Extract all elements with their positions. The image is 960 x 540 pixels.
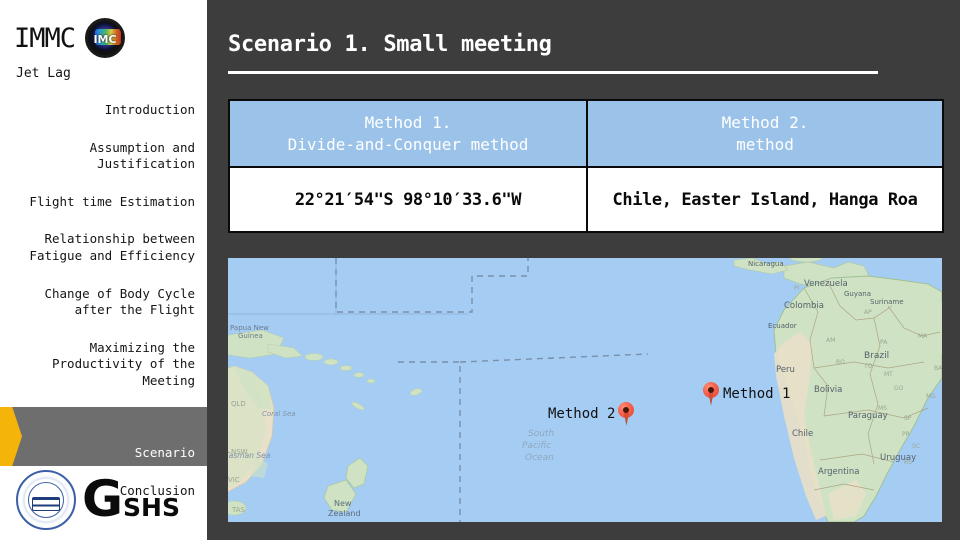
gshs-wordmark: G SHS [82,470,180,528]
map-label-paraguay: Paraguay [848,411,888,421]
map-label-venezuela: Venezuela [804,279,848,289]
map-marker-method-1[interactable]: Method 1 [703,382,790,406]
map-label-to: TO [863,363,873,370]
map-label-chile: Chile [792,429,813,439]
table-cell-method-2-value: Chile, Easter Island, Hanga Roa [586,166,944,233]
sidebar-nav: Introduction Assumption and Justificatio… [0,98,207,517]
sidebar-subtitle: Jet Lag [16,66,71,81]
sidebar-item-label: Scenario [134,444,195,460]
map-marker-method-2[interactable]: Method 2 [548,402,635,426]
map-graphic: Papua New Guinea Coral Sea QLD NSW VIC T… [228,258,942,522]
gshs-school-emblem-icon [16,470,76,530]
map-label-ma: MA [918,333,928,340]
sidebar-item-assumption-and-justification[interactable]: Assumption and Justification [0,136,207,177]
sidebar-item-maximizing-productivity[interactable]: Maximizing the Productivity of the Meeti… [0,336,207,394]
map-marker-label: Method 1 [723,386,791,402]
sidebar-item-relationship-fatigue-efficiency[interactable]: Relationship between Fatigue and Efficie… [0,227,207,268]
map-label-tasman-sea-2: Tasman Sea [228,451,271,460]
map-label-vic: VIC [228,476,240,484]
immc-badge-icon [85,18,126,58]
brand-title: IMMC [14,22,76,54]
gshs-shs-letters: SHS [123,493,180,522]
map-label-coral-sea: Coral Sea [262,410,296,418]
slide-canvas: IMMC Jet Lag Introduction Assumption and… [0,0,960,540]
map-label-ba: BA [934,365,942,372]
map-label-ms: MS [878,405,887,412]
map-label-ap: AP [864,309,872,316]
table-header-method-2: Method 2. method [586,99,944,168]
brand: IMMC [14,18,126,58]
sidebar-item-change-of-body-cycle[interactable]: Change of Body Cycle after the Flight [0,282,207,323]
map-label-guyana: Guyana [844,290,871,298]
map-label-brazil: Brazil [864,351,889,361]
map-label-bolivia: Bolivia [814,385,842,395]
map-label-mg: MG [926,393,936,400]
gshs-g-letter: G [82,470,124,528]
sidebar: IMMC Jet Lag Introduction Assumption and… [0,0,207,540]
map-label-argentina: Argentina [818,467,859,477]
gshs-logo: G SHS [16,470,180,530]
map-label-qld: QLD [231,400,246,408]
map-marker-label: Method 2 [548,406,616,422]
map-label-sp: SP [904,415,912,422]
map-label-south-pacific-2: Pacific [522,441,551,451]
map-label-new-zealand-2: Zealand [328,509,361,518]
map-label-peru: Peru [776,365,795,375]
title-underline [228,71,878,74]
pacific-map[interactable]: Papua New Guinea Coral Sea QLD NSW VIC T… [228,258,942,522]
map-pin-icon [618,402,635,426]
map-label-tas: TAS [231,506,246,514]
map-label-south-pacific: South [528,429,554,439]
active-arrow-icon [0,406,22,467]
map-label-suriname: Suriname [870,298,904,306]
table-header-method-1: Method 1. Divide-and-Conquer method [228,99,588,168]
map-label-ecuador: Ecuador [768,322,797,330]
table-row: 22°21′54"S 98°10′33.6"W Chile, Easter Is… [228,166,944,233]
map-label-am: AM [826,337,835,344]
map-label-ro: RO [836,359,845,366]
map-label-new-zealand: New [334,499,352,508]
map-label-pa: PA [880,339,888,346]
methods-table: Method 1. Divide-and-Conquer method Meth… [228,99,944,233]
main-content: Scenario 1. Small meeting Method 1. Divi… [207,0,960,540]
map-label-papua-new-guinea-2: Guinea [238,332,263,340]
sidebar-item-scenario[interactable]: Scenario [0,406,207,467]
map-label-pr: PR [902,431,910,438]
table-cell-method-1-value: 22°21′54"S 98°10′33.6"W [228,166,588,233]
page-title: Scenario 1. Small meeting [228,32,552,57]
sidebar-item-introduction[interactable]: Introduction [0,98,207,123]
map-label-colombia: Colombia [784,301,824,311]
map-label-south-pacific-3: Ocean [525,453,554,463]
map-label-rs: RS [904,459,912,466]
map-pin-icon [703,382,719,406]
table-header-row: Method 1. Divide-and-Conquer method Meth… [228,99,944,168]
map-label-mt: MT [884,371,893,378]
map-label-pi: PI [794,285,800,292]
map-label-sc: SC [912,443,920,450]
map-label-go: GO [894,385,904,392]
map-label-papua-new-guinea: Papua New [230,324,269,332]
map-label-nicaragua: Nicaragua [748,260,784,268]
sidebar-item-flight-time-estimation[interactable]: Flight time Estimation [0,190,207,215]
